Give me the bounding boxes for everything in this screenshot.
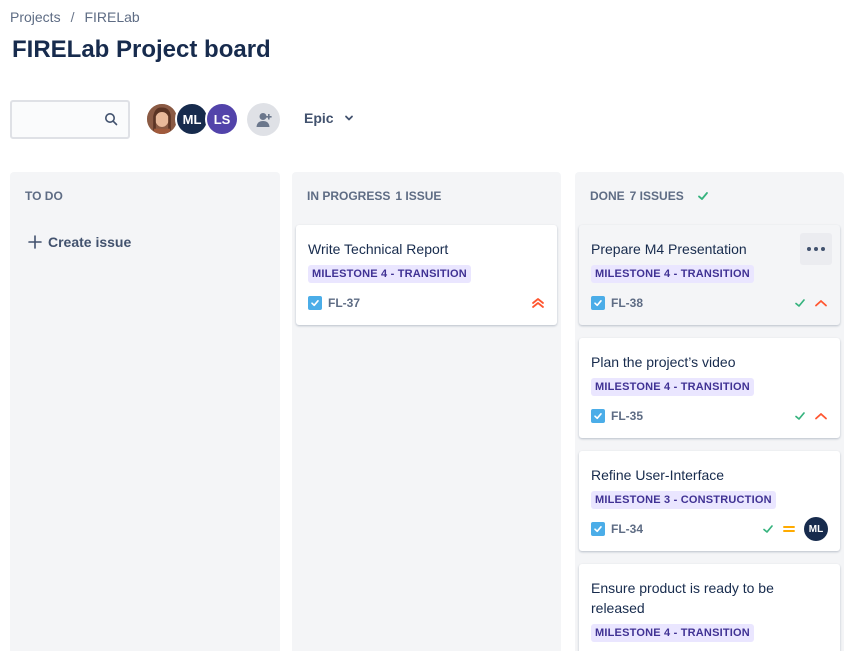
story-checkbox-icon <box>308 296 322 310</box>
assignee-initials: ML <box>808 523 824 535</box>
card-footer: FL-35 <box>591 406 828 426</box>
card-title: Prepare M4 Presentation <box>591 241 747 257</box>
epic-tag: MILESTONE 3 - CONSTRUCTION <box>591 491 776 509</box>
epic-tag: MILESTONE 4 - TRANSITION <box>591 265 754 283</box>
breadcrumb-firelab-link[interactable]: FIRELab <box>84 9 139 25</box>
issue-card[interactable]: Ensure product is ready to be released M… <box>579 564 840 651</box>
card-indicators: ML <box>762 517 828 541</box>
epic-filter-dropdown[interactable]: Epic <box>304 110 354 126</box>
avatar[interactable] <box>145 102 179 136</box>
issue-card[interactable]: Refine User-Interface MILESTONE 3 - CONS… <box>579 451 840 551</box>
story-checkbox-icon <box>591 522 605 536</box>
epic-tag: MILESTONE 4 - TRANSITION <box>591 624 754 642</box>
chevron-down-icon <box>344 115 353 121</box>
issue-key: FL-34 <box>611 522 644 536</box>
priority-highest-icon <box>532 298 544 308</box>
resolved-check-icon <box>795 412 805 420</box>
column-issue-count: 7 ISSUES <box>629 189 684 203</box>
breadcrumb-projects-link[interactable]: Projects <box>10 9 61 25</box>
card-indicators <box>794 409 828 423</box>
avatar[interactable]: LS <box>205 102 239 136</box>
issue-card[interactable]: Plan the project’s video MILESTONE 4 - T… <box>579 338 840 438</box>
breadcrumb: Projects / FIRELab <box>10 9 140 25</box>
create-issue-label: Create issue <box>48 234 132 250</box>
avatar-initials: LS <box>213 111 231 127</box>
column-todo: TO DO Create issue <box>10 172 280 651</box>
column-title: IN PROGRESS <box>307 189 391 203</box>
priority-high-icon <box>815 413 827 420</box>
add-people-button[interactable] <box>247 103 280 136</box>
assignee-avatar[interactable]: ML <box>804 517 828 541</box>
priority-high-icon <box>815 300 827 307</box>
epic-filter-label: Epic <box>304 110 334 126</box>
card-footer: FL-37 <box>308 293 545 313</box>
issue-card[interactable]: Write Technical Report MILESTONE 4 - TRA… <box>296 225 557 325</box>
avatar-group: ML LS <box>145 102 239 136</box>
card-title: Write Technical Report <box>308 241 449 257</box>
column-in-progress: IN PROGRESS 1 ISSUE Write Technical Repo… <box>292 172 561 651</box>
create-issue-button[interactable]: Create issue <box>28 234 131 250</box>
column-header: DONE 7 ISSUES <box>590 189 709 203</box>
column-title: TO DO <box>25 189 63 203</box>
breadcrumb-separator: / <box>70 9 75 25</box>
column-header: TO DO <box>25 189 63 203</box>
epic-tag: MILESTONE 4 - TRANSITION <box>591 378 754 396</box>
search-input[interactable] <box>10 100 130 139</box>
issue-key: FL-37 <box>328 296 361 310</box>
epic-tag: MILESTONE 4 - TRANSITION <box>308 265 471 283</box>
priority-medium-icon <box>783 526 795 532</box>
avatar[interactable]: ML <box>175 102 209 136</box>
card-footer: FL-34 ML <box>591 517 828 541</box>
column-title: DONE <box>590 189 625 203</box>
resolved-check-icon <box>763 525 773 533</box>
column-header: IN PROGRESS 1 ISSUE <box>307 189 441 203</box>
issue-key: FL-38 <box>611 296 644 310</box>
card-title: Plan the project’s video <box>591 354 736 370</box>
user-photo-icon <box>147 104 177 134</box>
column-done: DONE 7 ISSUES Prepare M4 Presentation MI… <box>575 172 844 651</box>
done-check-icon <box>697 192 708 200</box>
search-icon <box>105 113 118 126</box>
column-issue-count: 1 ISSUE <box>395 189 442 203</box>
resolved-check-icon <box>795 299 805 307</box>
card-title: Refine User-Interface <box>591 467 725 483</box>
card-title: Ensure product is ready to be released <box>591 580 774 616</box>
story-checkbox-icon <box>591 296 605 310</box>
page-title: FIRELab Project board <box>12 36 271 63</box>
card-footer: FL-38 <box>591 293 828 313</box>
more-actions-button[interactable] <box>800 233 832 265</box>
card-indicators <box>794 296 828 310</box>
add-person-icon <box>256 112 272 127</box>
plus-icon <box>28 235 42 249</box>
avatar-initials: ML <box>182 111 202 127</box>
issue-card[interactable]: Prepare M4 Presentation MILESTONE 4 - TR… <box>579 225 840 325</box>
card-indicators <box>531 296 545 310</box>
story-checkbox-icon <box>591 409 605 423</box>
issue-key: FL-35 <box>611 409 644 423</box>
